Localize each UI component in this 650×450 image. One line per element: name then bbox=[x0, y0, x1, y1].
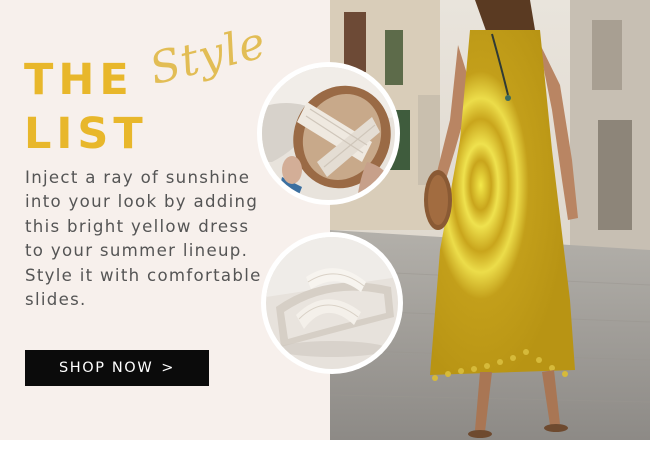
left-text-panel: THE LIST Style Inject a ray of sunshine … bbox=[0, 0, 330, 440]
shop-now-button[interactable]: SHOP NOW > bbox=[25, 350, 209, 386]
woven-sandal-closeup-image bbox=[262, 67, 395, 200]
title-the: THE bbox=[24, 55, 134, 105]
sandal-detail-photo-top bbox=[262, 67, 395, 200]
shop-now-label: SHOP NOW bbox=[58, 360, 154, 376]
title-list: LIST bbox=[24, 109, 148, 159]
sandal-detail-photo-bottom bbox=[266, 237, 398, 369]
body-copy: Inject a ray of sunshine into your look … bbox=[25, 168, 262, 310]
hero-photo bbox=[330, 0, 650, 440]
chevron-right-icon: > bbox=[161, 360, 176, 376]
white-slide-sandal-image bbox=[266, 237, 398, 369]
street-scene-image bbox=[330, 0, 650, 440]
style-list-banner: THE LIST Style Inject a ray of sunshine … bbox=[0, 0, 650, 440]
script-style-word: Style bbox=[144, 17, 272, 96]
